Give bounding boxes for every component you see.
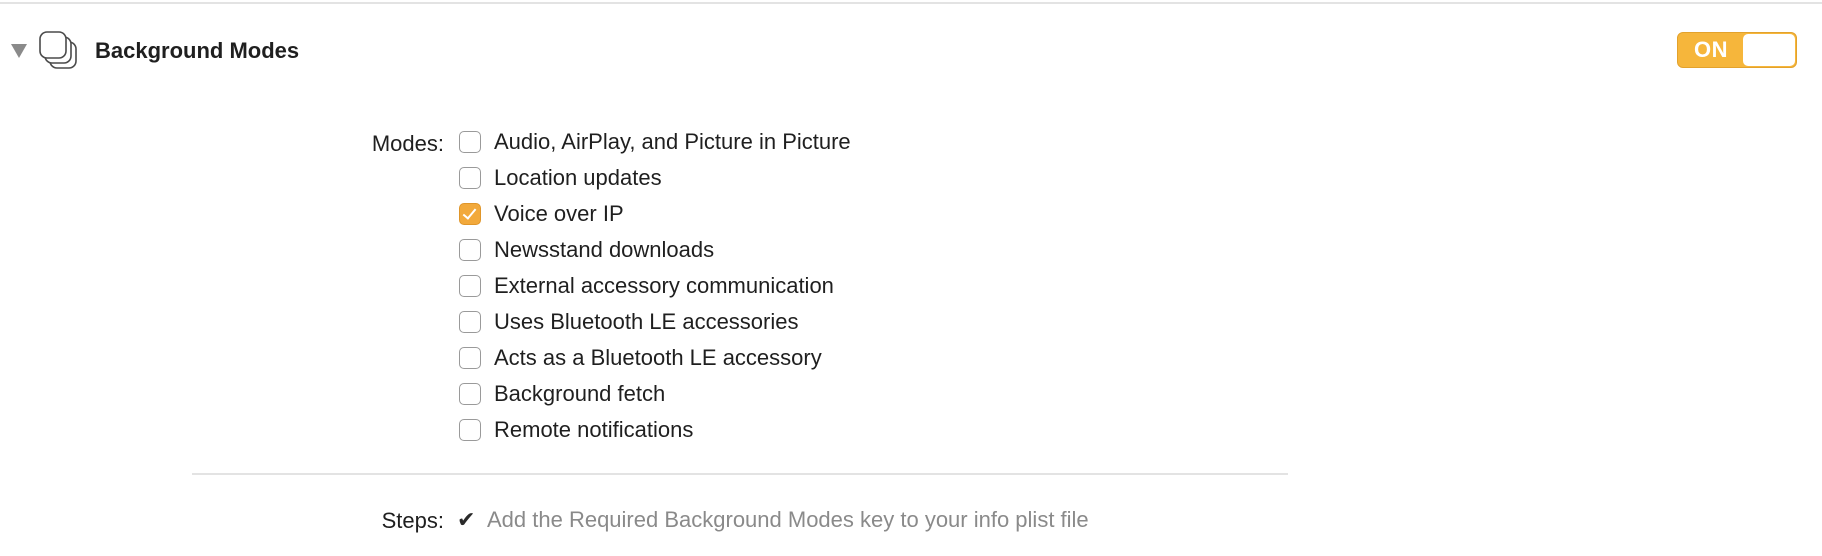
section-title: Background Modes — [95, 38, 300, 63]
steps-label: Steps: — [381, 508, 444, 533]
step-checkmark-icon: ✔ — [457, 507, 476, 532]
step-item: ✔ Add the Required Background Modes key … — [457, 504, 1089, 536]
capability-toggle[interactable]: ON — [1677, 32, 1797, 68]
toggle-knob — [1743, 34, 1795, 66]
mode-label: Uses Bluetooth LE accessories — [494, 309, 799, 334]
mode-label: Newsstand downloads — [494, 237, 715, 262]
checkbox[interactable] — [459, 347, 481, 369]
checkbox[interactable] — [459, 203, 481, 225]
checkbox[interactable] — [459, 383, 481, 405]
mode-label: Remote notifications — [494, 417, 694, 442]
checkbox[interactable] — [459, 167, 481, 189]
checkbox[interactable] — [459, 131, 481, 153]
mode-label: Voice over IP — [494, 201, 624, 226]
mode-audio-airplay-pip[interactable]: Audio, AirPlay, and Picture in Picture — [459, 127, 851, 157]
checkbox[interactable] — [459, 275, 481, 297]
top-divider — [0, 2, 1822, 4]
mode-label: Audio, AirPlay, and Picture in Picture — [494, 129, 851, 154]
modes-label: Modes: — [371, 131, 444, 156]
checkbox[interactable] — [459, 419, 481, 441]
mode-location-updates[interactable]: Location updates — [459, 163, 662, 193]
mode-label: Acts as a Bluetooth LE accessory — [494, 345, 822, 370]
mode-voice-over-ip[interactable]: Voice over IP — [459, 199, 624, 229]
checkbox[interactable] — [459, 239, 481, 261]
mode-label: Background fetch — [494, 381, 666, 406]
mode-label: External accessory communication — [494, 273, 834, 298]
mode-label: Location updates — [494, 165, 662, 190]
mode-bluetooth-le-accessories[interactable]: Uses Bluetooth LE accessories — [459, 307, 799, 337]
step-text: Add the Required Background Modes key to… — [487, 507, 1089, 532]
disclosure-triangle-icon[interactable] — [11, 44, 27, 58]
toggle-label: ON — [1694, 37, 1728, 62]
mode-remote-notifications[interactable]: Remote notifications — [459, 415, 693, 445]
checkbox[interactable] — [459, 311, 481, 333]
background-modes-stack-icon — [39, 31, 77, 69]
mode-background-fetch[interactable]: Background fetch — [459, 379, 665, 409]
section-divider — [192, 473, 1288, 475]
mode-newsstand-downloads[interactable]: Newsstand downloads — [459, 235, 714, 265]
mode-bluetooth-le-accessory[interactable]: Acts as a Bluetooth LE accessory — [459, 343, 822, 373]
mode-external-accessory[interactable]: External accessory communication — [459, 271, 834, 301]
